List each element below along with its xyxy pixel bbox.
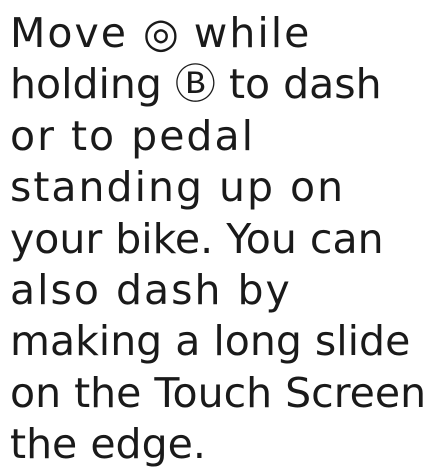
help-line-9: the edge. <box>10 420 206 469</box>
circle-pad-icon: ◎ <box>142 9 179 57</box>
help-line-5: your bike. You can <box>10 214 384 263</box>
help-line-8: on the Touch Screen <box>10 368 427 417</box>
help-line-4: standing up on <box>10 163 346 212</box>
help-line-1-text-end: while <box>178 9 312 57</box>
help-line-3: or to pedal <box>10 111 255 160</box>
help-line-2: holding Ⓑ to dash <box>10 59 444 110</box>
help-line-7: making a long slide <box>10 317 411 366</box>
help-line-2-text-start: holding <box>10 60 175 109</box>
help-line-1: Move ◎ while <box>10 8 444 59</box>
b-button-icon: Ⓑ <box>174 60 216 109</box>
help-line-6: also dash by <box>10 265 292 314</box>
help-text: Move ◎ while holding Ⓑ to dash or to ped… <box>10 8 444 471</box>
help-line-2-text-end: to dash <box>215 60 382 109</box>
help-line-1-text-start: Move <box>10 9 143 57</box>
